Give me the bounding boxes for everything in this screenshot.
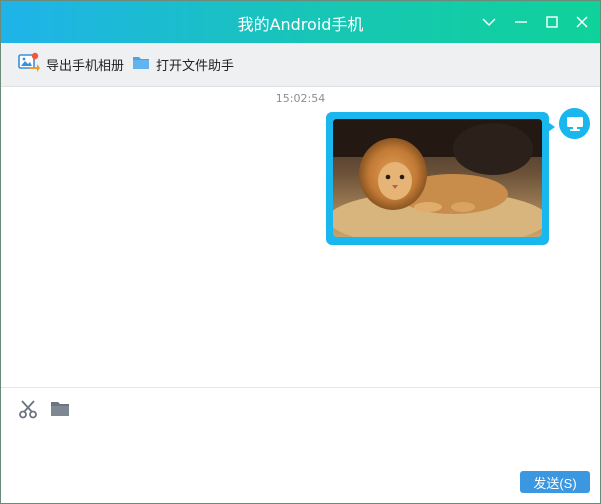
open-file-assistant-button[interactable]: 打开文件助手	[132, 53, 234, 75]
composer-toolbar	[17, 398, 71, 420]
message-bubble[interactable]	[326, 112, 549, 245]
toolbar: 导出手机相册 打开文件助手	[1, 43, 600, 87]
open-file-assistant-label: 打开文件助手	[156, 58, 235, 74]
scissors-icon[interactable]	[17, 398, 39, 420]
folder-icon[interactable]	[49, 398, 71, 420]
send-button[interactable]: 发送(S)	[520, 471, 590, 493]
folder-icon	[132, 54, 150, 74]
export-album-icon	[18, 52, 40, 76]
composer-divider	[1, 387, 600, 388]
bubble-tail	[548, 122, 555, 132]
chat-area[interactable]: 15:02:54	[1, 87, 600, 387]
message-timestamp: 15:02:54	[275, 92, 326, 105]
message-photo[interactable]	[333, 119, 542, 237]
minimize-icon[interactable]	[511, 12, 531, 32]
close-icon[interactable]	[572, 12, 592, 32]
chevron-down-icon[interactable]	[479, 12, 499, 32]
maximize-icon[interactable]	[542, 12, 562, 32]
app-window: 我的Android手机 导出手机相册 打开文件助手 15:02:54 发送(S)	[0, 0, 601, 504]
message-input[interactable]	[13, 425, 588, 463]
title-bar[interactable]: 我的Android手机	[1, 1, 600, 43]
computer-avatar-icon[interactable]	[559, 108, 590, 139]
export-album-button[interactable]: 导出手机相册	[18, 52, 125, 76]
export-album-label: 导出手机相册	[46, 58, 125, 74]
